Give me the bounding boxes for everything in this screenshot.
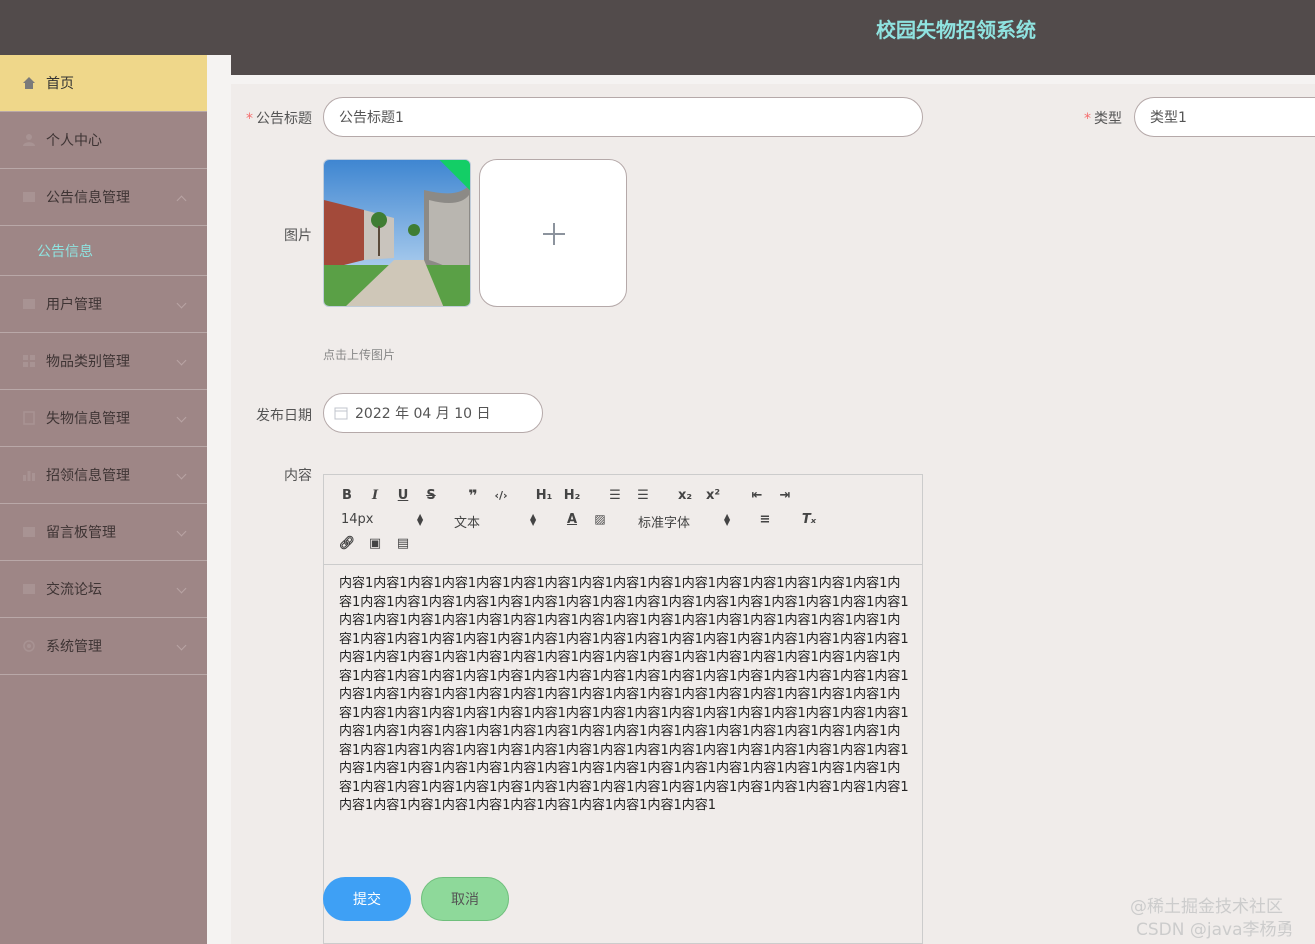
user-icon <box>23 134 35 146</box>
doc-icon <box>23 411 35 425</box>
sidebar-item-forum[interactable]: 交流论坛 <box>0 561 207 618</box>
watermark-csdn: CSDN @java李杨勇 <box>1136 920 1294 940</box>
sidebar-item-message-board[interactable]: 留言板管理 <box>0 504 207 561</box>
sidebar-item-label: 用户管理 <box>46 297 102 313</box>
app-title: 校园失物招领系统 <box>876 18 1036 42</box>
text-type-select[interactable]: 文本 ▲ ▼ <box>454 512 538 532</box>
background-color-button[interactable]: ▨ <box>589 509 611 529</box>
sidebar-item-label: 系统管理 <box>46 639 102 655</box>
type-input-value: 类型1 <box>1150 110 1187 126</box>
bold-button[interactable]: B <box>336 485 358 505</box>
sidebar-item-label: 公告信息管理 <box>46 190 130 206</box>
content-label: 内容 <box>284 468 312 484</box>
select-caret-icon: ▲ ▼ <box>724 512 731 527</box>
clear-format-button[interactable]: Tₓ <box>798 509 820 529</box>
sidebar-item-label: 留言板管理 <box>46 525 116 541</box>
sidebar-item-label: 个人中心 <box>46 133 102 149</box>
sidebar-item-home[interactable]: 首页 <box>0 55 207 112</box>
upload-tip: 点击上传图片 <box>323 348 396 362</box>
editor-content[interactable]: 内容1内容1内容1内容1内容1内容1内容1内容1内容1内容1内容1内容1内容1内… <box>339 575 909 816</box>
grid-icon <box>23 192 35 202</box>
sidebar-item-notice-management[interactable]: 公告信息管理 <box>0 169 207 226</box>
rich-text-editor[interactable]: B I U S ❞ ‹/› H₁ H₂ ☰ ☰ x₂ x² ⇤ ⇥ 14px ▲ ▼… <box>323 474 923 944</box>
home-icon <box>23 77 35 89</box>
date-label: 发布日期 <box>256 408 312 424</box>
content-top-band <box>231 55 1315 75</box>
sidebar-item-profile[interactable]: 个人中心 <box>0 112 207 169</box>
watermark-juejin: @稀土掘金技术社区 <box>1130 897 1283 917</box>
chevron-down-icon <box>176 412 187 423</box>
campus-photo <box>324 160 470 306</box>
sidebar-item-user-management[interactable]: 用户管理 <box>0 276 207 333</box>
type-input[interactable]: 类型1 <box>1134 97 1315 137</box>
sidebar-item-label: 首页 <box>46 76 74 92</box>
select-caret-icon: ▲ ▼ <box>530 512 537 527</box>
submit-button[interactable]: 提交 <box>323 877 411 921</box>
align-icon[interactable]: ≡ <box>754 509 776 529</box>
link-icon[interactable]: 🔗︎ <box>336 533 358 553</box>
editor-toolbar: B I U S ❞ ‹/› H₁ H₂ ☰ ☰ x₂ x² ⇤ ⇥ 14px ▲ ▼… <box>324 475 922 565</box>
code-block-button[interactable]: ‹/› <box>490 485 512 505</box>
chevron-down-icon <box>176 583 187 594</box>
gear-icon <box>23 640 35 652</box>
sidebar-item-category-management[interactable]: 物品类别管理 <box>0 333 207 390</box>
uploaded-image-thumbnail[interactable] <box>323 159 471 307</box>
sidebar-item-found-management[interactable]: 招领信息管理 <box>0 447 207 504</box>
date-picker[interactable]: 2022 年 04 月 10 日 <box>323 393 543 433</box>
title-label: * 公告标题 <box>246 111 312 127</box>
calendar-icon <box>334 407 348 420</box>
ordered-list-icon[interactable]: ☰ <box>604 485 626 505</box>
subscript-button[interactable]: x₂ <box>674 485 696 505</box>
chevron-down-icon <box>176 355 187 366</box>
sidebar-item-label: 公告信息 <box>37 243 93 260</box>
italic-button[interactable]: I <box>364 485 386 505</box>
sidebar-item-lost-management[interactable]: 失物信息管理 <box>0 390 207 447</box>
font-color-button[interactable]: A <box>561 509 583 529</box>
superscript-button[interactable]: x² <box>702 485 724 505</box>
outdent-icon[interactable]: ⇤ <box>746 485 768 505</box>
indent-icon[interactable]: ⇥ <box>774 485 796 505</box>
blockquote-button[interactable]: ❞ <box>462 485 484 505</box>
chart-icon <box>23 471 35 481</box>
date-value: 2022 年 04 月 10 日 <box>355 406 491 422</box>
cancel-button[interactable]: 取消 <box>421 877 509 921</box>
sidebar-subitem-notice[interactable]: 公告信息 <box>0 226 207 276</box>
font-family-select[interactable]: 标准字体 ▲ ▼ <box>638 512 732 532</box>
sidebar-item-label: 招领信息管理 <box>46 468 130 484</box>
title-input-value: 公告标题1 <box>339 110 404 126</box>
header2-button[interactable]: H₂ <box>560 485 584 505</box>
chevron-up-icon <box>176 195 187 206</box>
sidebar-item-label: 交流论坛 <box>46 582 102 598</box>
chevron-down-icon <box>176 526 187 537</box>
text-type-value: 文本 <box>454 516 481 531</box>
strike-button[interactable]: S <box>420 485 442 505</box>
top-header: 校园失物招领系统 <box>0 0 1315 55</box>
sidebar-item-system[interactable]: 系统管理 <box>0 618 207 675</box>
sidebar-item-label: 物品类别管理 <box>46 354 130 370</box>
font-size-value: 14px <box>341 512 374 527</box>
chevron-down-icon <box>176 640 187 651</box>
video-icon[interactable]: ▤ <box>392 533 414 553</box>
chevron-down-icon <box>176 469 187 480</box>
sidebar-item-label: 失物信息管理 <box>46 411 130 427</box>
font-size-select[interactable]: 14px ▲ ▼ <box>341 512 423 527</box>
chevron-down-icon <box>176 298 187 309</box>
title-input[interactable]: 公告标题1 <box>323 97 923 137</box>
header1-button[interactable]: H₁ <box>532 485 556 505</box>
upload-image-button[interactable] <box>479 159 627 307</box>
image-icon[interactable]: ▣ <box>364 533 386 553</box>
bullet-list-icon[interactable]: ☰ <box>632 485 654 505</box>
image-label: 图片 <box>284 228 312 244</box>
underline-button[interactable]: U <box>392 485 414 505</box>
type-label: * 类型 <box>1084 111 1122 127</box>
grid-icon <box>23 355 35 367</box>
sidebar: 首页 个人中心 公告信息管理 公告信息 用户管理 物品类别管理 失物信息管理 招… <box>0 55 207 944</box>
grid-icon <box>23 584 35 594</box>
grid-icon <box>23 527 35 537</box>
select-caret-icon: ▲ ▼ <box>417 512 424 527</box>
font-family-value: 标准字体 <box>638 516 691 531</box>
grid-icon <box>23 299 35 309</box>
plus-icon <box>553 223 555 245</box>
